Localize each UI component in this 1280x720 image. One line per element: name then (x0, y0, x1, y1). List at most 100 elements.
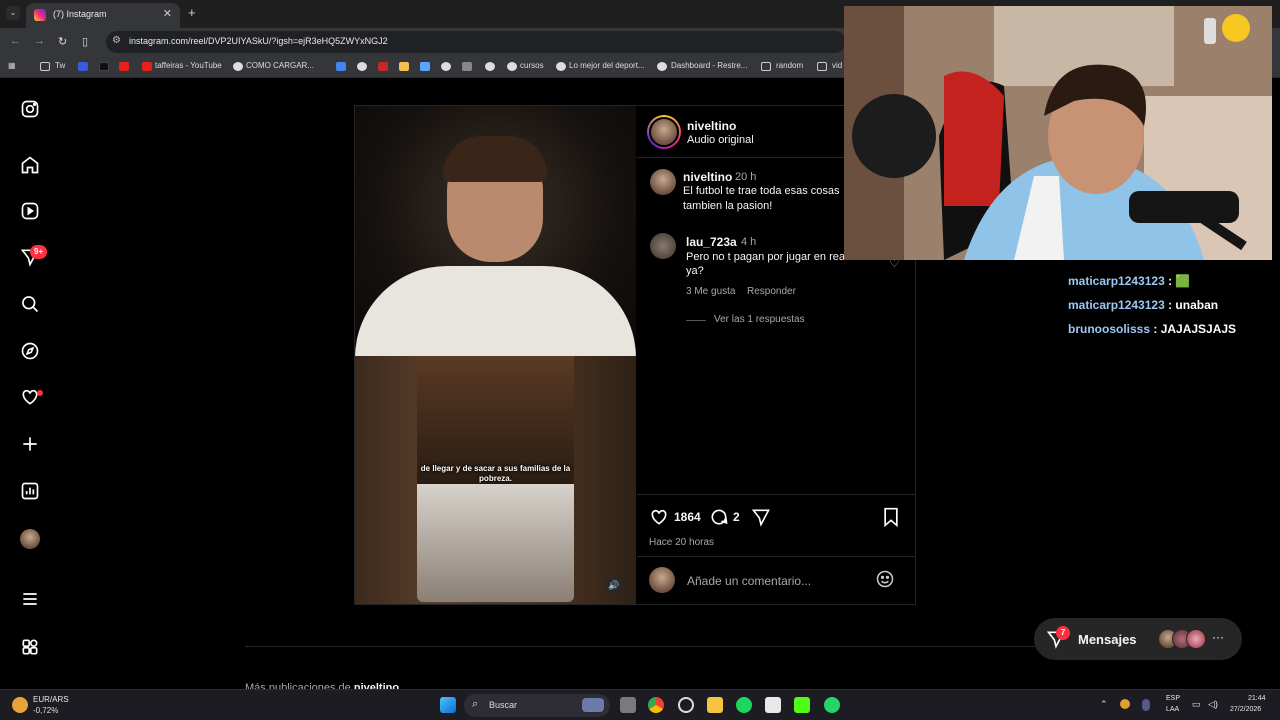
caption-author[interactable]: niveltino (683, 170, 732, 184)
search-icon: ⌕ (472, 698, 479, 710)
bookmark-icon[interactable] (420, 62, 430, 71)
tiktok-icon[interactable] (99, 62, 109, 71)
whatsapp-icon[interactable] (824, 697, 840, 713)
file-explorer-icon[interactable] (707, 697, 723, 713)
folder-icon (40, 62, 50, 71)
new-tab-button[interactable]: + (188, 5, 196, 20)
create-icon[interactable] (19, 434, 41, 456)
currency-label[interactable]: EUR/ARS (33, 695, 69, 704)
also-from-meta-icon[interactable] (19, 637, 41, 659)
chat-line: maticarp1243123 : 🟩 (1068, 274, 1191, 288)
language-indicator[interactable]: ESP (1166, 695, 1180, 702)
reels-icon[interactable] (19, 201, 41, 223)
share-icon[interactable] (751, 507, 771, 532)
comment-count: 2 (733, 510, 740, 524)
globe-icon[interactable] (441, 62, 451, 71)
bookmark-dashboard[interactable]: Dashboard - Restre... (671, 61, 747, 70)
caption-author-avatar[interactable] (650, 169, 676, 195)
volume-icon[interactable]: 🔊 (605, 576, 623, 594)
apps-icon[interactable]: ▦ (8, 61, 16, 70)
weather-icon[interactable] (12, 697, 28, 713)
bookmark-tw[interactable]: Tw (55, 61, 65, 70)
site-info-icon[interactable]: ⚙ (112, 35, 121, 46)
github-icon[interactable] (678, 697, 694, 713)
comment-author[interactable]: lau_723a (686, 235, 737, 249)
emoji-icon[interactable] (875, 569, 895, 594)
tab-search-button[interactable]: ⌄ (6, 6, 20, 20)
dashboard-icon[interactable] (19, 481, 41, 503)
video-subtitle: de llegar y de sacar a sus familias de l… (420, 464, 571, 483)
folder-icon (817, 62, 827, 71)
folder-icon (761, 62, 771, 71)
clock-date[interactable]: 27/2/2026 (1230, 706, 1261, 713)
bookmark-folder-random[interactable]: random (776, 61, 803, 70)
microsoft-store-icon[interactable] (765, 697, 781, 713)
comment-likes[interactable]: 3 Me gusta (686, 286, 735, 297)
side-panel-icon[interactable]: ▯ (82, 35, 88, 48)
more-menu-icon[interactable] (19, 589, 41, 611)
chrome-icon[interactable] (648, 697, 664, 713)
like-count[interactable]: 1864 (674, 510, 701, 524)
more-dots-icon: ··· (1212, 630, 1224, 644)
kick-icon[interactable] (794, 697, 810, 713)
bookmark-icon[interactable] (399, 62, 409, 71)
bookmark-icon[interactable] (462, 62, 472, 71)
view-replies-button[interactable]: Ver las 1 respuestas (714, 314, 805, 325)
taskbar-search[interactable]: ⌕ Buscar (464, 694, 610, 717)
explore-icon[interactable] (19, 341, 41, 363)
bookmark-cursos[interactable]: cursos (520, 61, 544, 70)
streamer-webcam (844, 6, 1272, 260)
bookmark-como-cargar[interactable]: COMO CARGAR... (246, 61, 314, 70)
save-bookmark-icon[interactable] (882, 507, 900, 532)
search-icon[interactable] (19, 294, 41, 316)
globe-icon[interactable] (357, 62, 367, 71)
search-highlight-icon (582, 698, 604, 712)
currency-change: -0,72% (33, 706, 59, 715)
caption-time: 20 h (735, 171, 757, 183)
tray-app-icon[interactable] (1120, 699, 1130, 709)
like-icon[interactable] (649, 507, 669, 532)
comment-icon[interactable] (709, 507, 729, 532)
gmail-icon[interactable] (336, 62, 346, 71)
author-avatar[interactable] (647, 115, 681, 149)
bookmark-folder-vid[interactable]: vid (832, 61, 842, 70)
chat-line: maticarp1243123 : unaban (1068, 298, 1219, 312)
comment-author-avatar[interactable] (650, 233, 676, 259)
task-view-icon[interactable] (620, 697, 636, 713)
clock-time[interactable]: 21:44 (1248, 695, 1266, 702)
add-comment-input[interactable]: Añade un comentario... (687, 574, 811, 588)
reload-icon[interactable]: ↻ (58, 35, 67, 48)
instagram-logo-icon[interactable] (19, 99, 41, 121)
globe-icon[interactable] (485, 62, 495, 71)
reply-button[interactable]: Responder (747, 286, 796, 297)
volume-icon[interactable]: ◁) (1208, 699, 1218, 710)
windows-taskbar: EUR/ARS -0,72% ⌕ Buscar ⌃ ESP LAA ▭ ◁) 2… (0, 689, 1280, 720)
show-hidden-icons[interactable]: ⌃ (1100, 699, 1108, 710)
reel-post: de llegar y de sacar a sus familias de l… (354, 105, 916, 605)
forward-icon[interactable]: → (34, 35, 45, 47)
reel-video[interactable]: de llegar y de sacar a sus familias de l… (355, 106, 636, 604)
monitor-icon[interactable]: ▭ (1192, 699, 1201, 710)
post-author[interactable]: niveltino (687, 119, 736, 133)
bookmark-lo-mejor[interactable]: Lo mejor del deport... (569, 61, 645, 70)
windows-start-icon[interactable] (440, 697, 456, 713)
bookmark-taffeiras[interactable]: taffeiras - YouTube (155, 61, 222, 70)
messages-button[interactable]: 7 Mensajes ··· (1034, 618, 1242, 660)
back-icon[interactable]: ← (10, 35, 21, 47)
youtube-icon[interactable] (119, 62, 129, 71)
home-icon[interactable] (19, 155, 41, 177)
browser-tab[interactable]: (7) Instagram ✕ (26, 3, 180, 28)
bookmark-icon[interactable] (78, 62, 88, 71)
microphone-icon[interactable] (1142, 699, 1150, 711)
my-avatar (649, 567, 675, 593)
spotify-icon[interactable] (736, 697, 752, 713)
instagram-favicon-icon (34, 9, 46, 21)
tab-close-icon[interactable]: ✕ (163, 7, 172, 20)
post-time: Hace 20 horas (649, 537, 715, 548)
audio-link[interactable]: Audio original (687, 134, 754, 146)
url-bar[interactable]: ⚙ instagram.com/reel/DVP2UIYASkU/?igsh=e… (106, 31, 846, 53)
keyboard-layout: LAA (1166, 706, 1180, 713)
bookmark-icon[interactable] (378, 62, 388, 71)
chat-line: brunoosolisss : JAJAJSJAJS (1068, 322, 1237, 336)
profile-avatar[interactable] (19, 528, 41, 550)
